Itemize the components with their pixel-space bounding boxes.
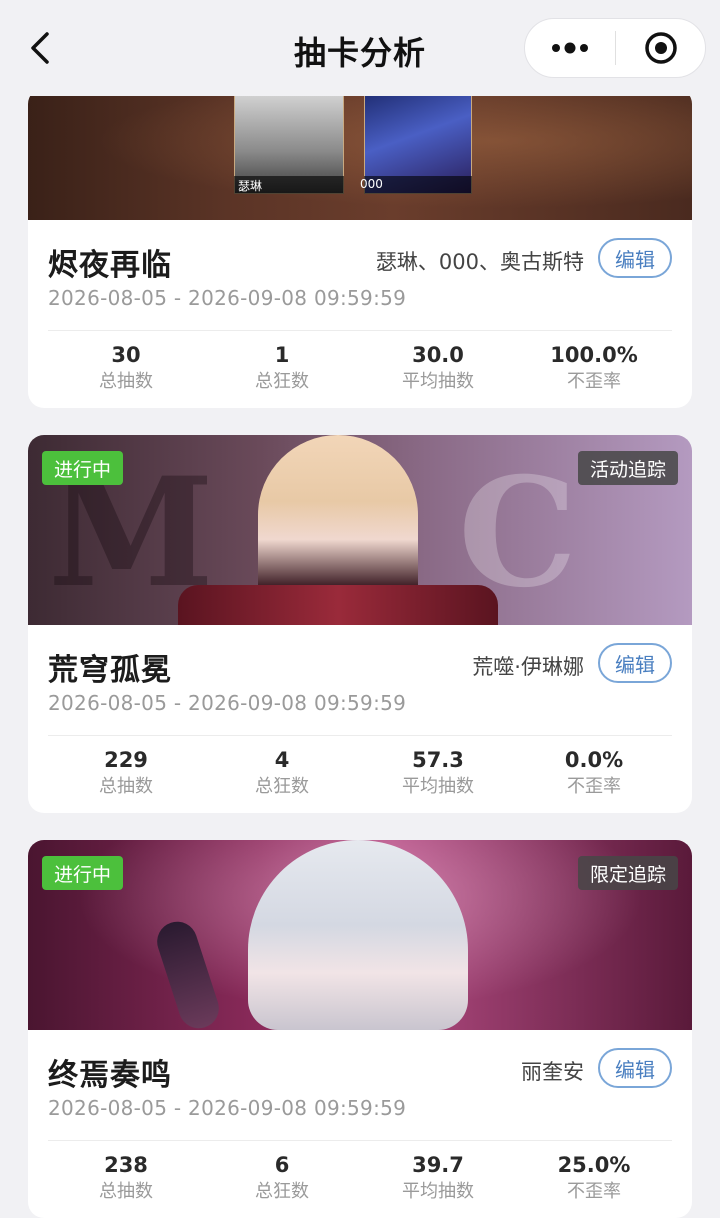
featured-characters: 荒噬·伊琳娜 <box>472 655 584 679</box>
stats-row: 229 总抽数 4 总狂数 57.3 平均抽数 0.0% 不歪率 <box>48 747 672 803</box>
portrait-caption: 000 <box>360 177 383 191</box>
divider <box>48 735 672 736</box>
stat-average-pulls: 57.3 平均抽数 <box>402 748 474 797</box>
stats-row: 30 总抽数 1 总狂数 30.0 平均抽数 100.0% 不歪率 <box>48 342 672 398</box>
banner-card[interactable]: 进行中 限定追踪 终焉奏鸣 丽奎安 编辑 2026-08-05 - 2026-0… <box>28 840 692 1218</box>
portrait-caption: 瑟琳 <box>238 179 263 193</box>
featured-characters: 瑟琳、000、奥古斯特 <box>375 250 584 274</box>
divider <box>48 330 672 331</box>
banner-title: 荒穹孤冕 <box>48 653 172 688</box>
more-icon <box>552 42 588 54</box>
banner-card[interactable]: 瑟琳 000 烬夜再临 瑟琳、000、奥古斯特 编辑 2026-08-05 - … <box>28 88 692 408</box>
stat-average-pulls: 39.7 平均抽数 <box>402 1153 474 1202</box>
stat-win-rate: 25.0% 不歪率 <box>557 1153 631 1202</box>
status-badge: 进行中 <box>42 451 124 485</box>
status-badge: 进行中 <box>42 856 124 890</box>
card-info: 烬夜再临 瑟琳、000、奥古斯特 编辑 2026-08-05 - 2026-09… <box>28 220 692 408</box>
stat-total-pulls: 238 总抽数 <box>99 1153 153 1202</box>
stat-average-pulls: 30.0 平均抽数 <box>402 343 474 392</box>
stat-total-gold: 1 总狂数 <box>255 343 309 392</box>
divider <box>48 1140 672 1141</box>
tracking-badge[interactable]: 限定追踪 <box>577 856 678 890</box>
stat-total-pulls: 30 总抽数 <box>99 343 153 392</box>
banner-image: 进行中 限定追踪 <box>28 840 692 1030</box>
card-info: 终焉奏鸣 丽奎安 编辑 2026-08-05 - 2026-09-08 09:5… <box>28 1030 692 1218</box>
banner-title: 终焉奏鸣 <box>48 1058 172 1093</box>
date-range: 2026-08-05 - 2026-09-08 09:59:59 <box>48 691 407 715</box>
card-info: 荒穹孤冕 荒噬·伊琳娜 编辑 2026-08-05 - 2026-09-08 0… <box>28 625 692 813</box>
date-range: 2026-08-05 - 2026-09-08 09:59:59 <box>48 286 407 310</box>
miniprogram-capsule <box>524 18 706 78</box>
stat-win-rate: 100.0% 不歪率 <box>550 343 638 392</box>
date-range: 2026-08-05 - 2026-09-08 09:59:59 <box>48 1096 407 1120</box>
close-miniprogram-button[interactable] <box>616 19 705 77</box>
banner-card[interactable]: M C 进行中 活动追踪 荒穹孤冕 荒噬·伊琳娜 编辑 2026-08-05 -… <box>28 435 692 813</box>
stat-win-rate: 0.0% 不歪率 <box>564 748 624 797</box>
banner-image: 瑟琳 000 <box>28 88 692 220</box>
banner-title: 烬夜再临 <box>48 248 172 283</box>
tracking-badge[interactable]: 活动追踪 <box>577 451 678 485</box>
featured-characters: 丽奎安 <box>521 1060 584 1084</box>
banner-image: M C 进行中 活动追踪 <box>28 435 692 625</box>
nav-bar: 抽卡分析 <box>0 0 720 96</box>
gacha-analysis-list[interactable]: 瑟琳 000 烬夜再临 瑟琳、000、奥古斯特 编辑 2026-08-05 - … <box>0 0 720 1218</box>
edit-button[interactable]: 编辑 <box>598 238 672 278</box>
stat-total-pulls: 229 总抽数 <box>99 748 153 797</box>
more-button[interactable] <box>525 19 615 77</box>
stat-total-gold: 4 总狂数 <box>255 748 309 797</box>
edit-button[interactable]: 编辑 <box>598 1048 672 1088</box>
target-icon <box>644 32 677 64</box>
edit-button[interactable]: 编辑 <box>598 643 672 683</box>
stat-total-gold: 6 总狂数 <box>255 1153 309 1202</box>
stats-row: 238 总抽数 6 总狂数 39.7 平均抽数 25.0% 不歪率 <box>48 1152 672 1208</box>
